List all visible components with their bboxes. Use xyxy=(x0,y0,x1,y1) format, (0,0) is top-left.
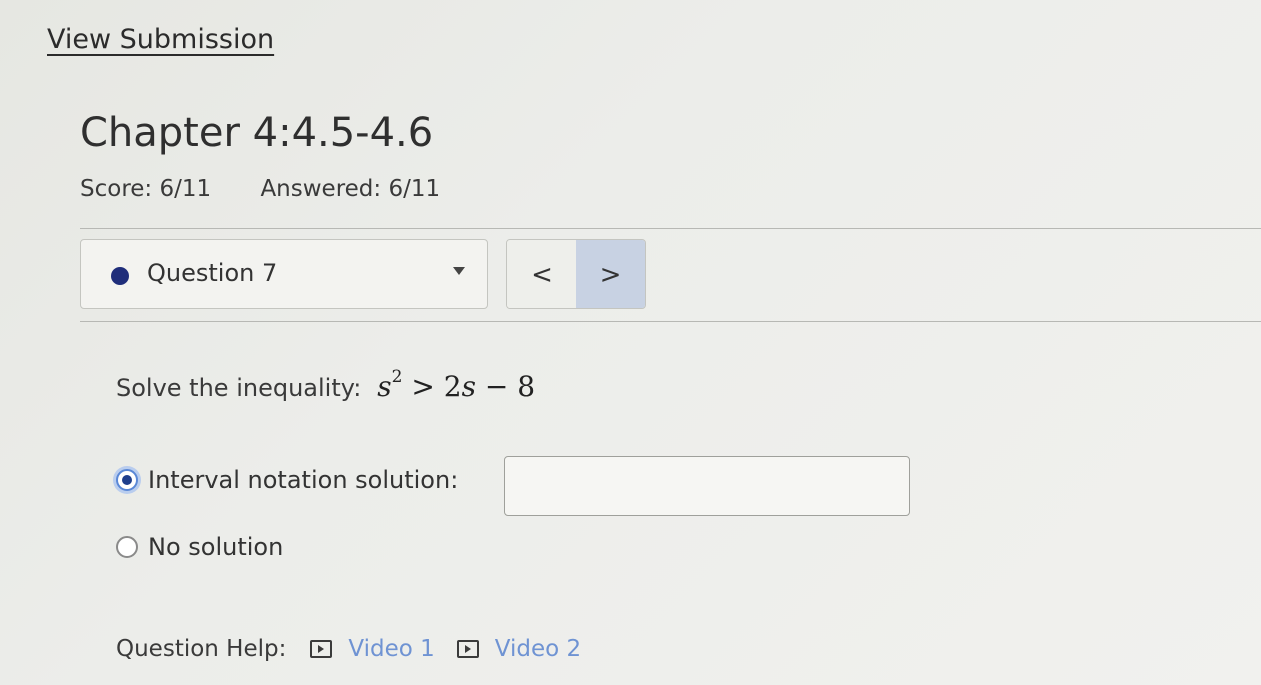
radio-interval-notation[interactable] xyxy=(116,469,138,491)
divider-top xyxy=(80,228,1261,229)
answered-text: Answered: 6/11 xyxy=(260,176,441,202)
problem-prompt: Solve the inequality: xyxy=(116,374,362,402)
next-question-button[interactable]: > xyxy=(576,240,645,308)
inequality-expression: s2 > 2s − 8 xyxy=(377,366,536,403)
radio-no-solution[interactable] xyxy=(116,536,138,558)
question-nav: < > xyxy=(506,239,646,309)
question-help-label: Question Help: xyxy=(116,636,287,662)
option-interval-label: Interval notation solution: xyxy=(148,466,459,494)
interval-answer-input[interactable] xyxy=(504,456,910,516)
video-2-label: Video 2 xyxy=(494,636,582,662)
video-1-link[interactable]: Video 1 xyxy=(310,636,435,662)
question-help: Question Help: Video 1 Video 2 xyxy=(116,636,581,662)
score-text: Score: 6/11 xyxy=(80,176,212,202)
play-box-icon xyxy=(456,640,479,658)
lhs-variable: s xyxy=(377,370,392,403)
option-no-solution-label: No solution xyxy=(148,533,284,561)
divider-bottom xyxy=(80,321,1261,322)
caret-down-icon xyxy=(453,267,465,275)
view-submission-link[interactable]: View Submission xyxy=(47,24,274,55)
option-no-solution[interactable]: No solution xyxy=(116,533,283,561)
previous-question-button[interactable]: < xyxy=(507,240,578,308)
problem-statement: Solve the inequality: s2 > 2s − 8 xyxy=(116,366,536,403)
status-dot-icon xyxy=(111,267,129,285)
play-box-icon xyxy=(310,640,333,658)
page-title: Chapter 4:4.5-4.6 xyxy=(80,110,434,156)
score-summary: Score: 6/11 Answered: 6/11 xyxy=(80,176,440,202)
video-1-label: Video 1 xyxy=(348,636,435,662)
option-interval-notation[interactable]: Interval notation solution: xyxy=(116,466,458,494)
rhs-variable: s xyxy=(461,370,476,403)
video-2-link[interactable]: Video 2 xyxy=(456,636,582,662)
question-select[interactable]: Question 7 xyxy=(80,239,488,309)
lhs-exponent: 2 xyxy=(391,366,403,387)
rhs-tail: − 8 xyxy=(475,370,536,403)
rhs-operator: > 2 xyxy=(411,370,462,403)
question-select-label: Question 7 xyxy=(147,259,278,287)
